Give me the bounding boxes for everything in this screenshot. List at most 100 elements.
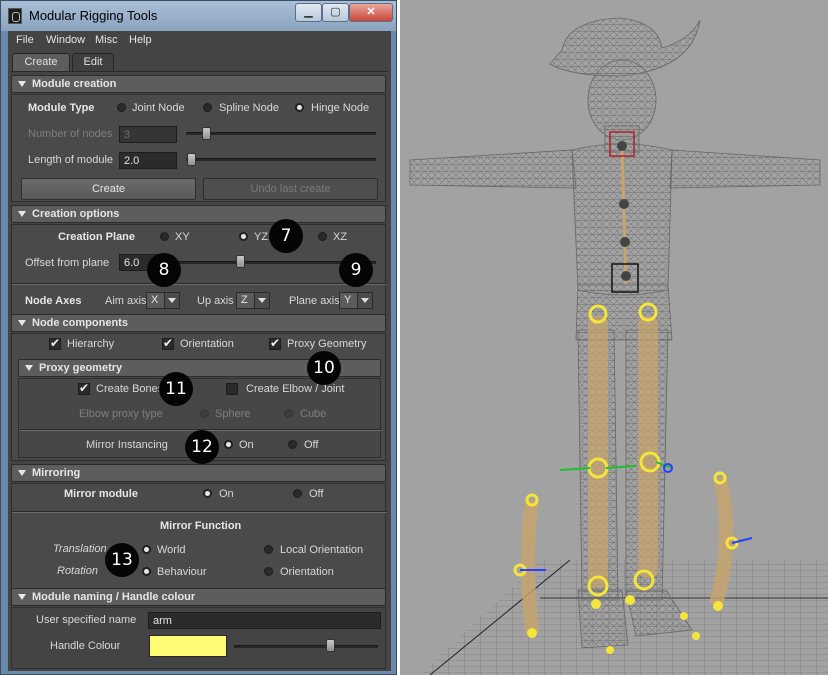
up-axis-label: Up axis — [197, 295, 234, 307]
minimize-button[interactable]: ▁ — [295, 3, 322, 22]
callout-9: 9 — [339, 253, 373, 287]
hierarchy-label: Hierarchy — [67, 338, 115, 350]
elbow-sphere-label: Sphere — [215, 408, 251, 420]
create-button[interactable]: Create — [21, 178, 196, 200]
chevron-down-icon[interactable] — [254, 293, 269, 308]
3d-viewport[interactable] — [400, 0, 828, 675]
menu-misc[interactable]: Misc — [95, 34, 118, 46]
section-title: Module creation — [32, 78, 117, 90]
spline-node-label: Spline Node — [219, 102, 279, 114]
number-of-nodes-label: Number of nodes — [28, 128, 113, 140]
number-of-nodes-slider-knob[interactable] — [202, 127, 211, 140]
collapse-arrow-icon — [18, 320, 26, 326]
handle-colour-label: Handle Colour — [50, 640, 121, 652]
proxy-geometry-checkbox[interactable] — [269, 336, 281, 350]
hierarchy-checkbox[interactable] — [49, 336, 61, 350]
mirror-instancing-label: Mirror Instancing — [86, 439, 168, 451]
callout-10: 10 — [307, 351, 341, 385]
mirror-instancing-on-radio[interactable] — [224, 440, 233, 449]
joint-node-label: Joint Node — [132, 102, 185, 114]
handle-colour-swatch[interactable] — [149, 635, 227, 657]
menu-help[interactable]: Help — [129, 34, 152, 46]
plane-yz-radio[interactable] — [239, 232, 248, 241]
mirror-module-off-radio[interactable] — [293, 489, 302, 498]
callout-12: 12 — [185, 430, 219, 464]
node-components-header[interactable]: Node components — [11, 314, 386, 332]
module-type-label: Module Type — [28, 102, 95, 114]
elbow-cube-label: Cube — [300, 408, 327, 420]
aim-axis-combo[interactable]: X — [146, 292, 180, 309]
window-title: Modular Rigging Tools — [29, 8, 158, 23]
mirror-instancing-off-label: Off — [304, 439, 319, 451]
mirror-module-label: Mirror module — [64, 488, 138, 500]
window-client: File Window Misc Help Create Edit Module… — [8, 31, 391, 671]
rotation-orientation-radio[interactable] — [264, 567, 273, 576]
joint-node-radio[interactable] — [117, 103, 126, 112]
creation-options-header[interactable]: Creation options — [11, 205, 386, 223]
maximize-button[interactable]: ▢ — [322, 3, 349, 22]
divider — [12, 283, 387, 285]
module-naming-header[interactable]: Module naming / Handle colour — [11, 588, 386, 606]
orientation-checkbox[interactable] — [162, 336, 174, 350]
spline-node-radio[interactable] — [203, 103, 212, 112]
tab-edit[interactable]: Edit — [72, 53, 114, 71]
hinge-node-radio[interactable] — [295, 103, 304, 112]
module-creation-header[interactable]: Module creation — [11, 75, 386, 93]
plane-axis-value: Y — [344, 294, 352, 306]
mirror-module-on-radio[interactable] — [203, 489, 212, 498]
number-of-nodes-field[interactable]: 3 — [119, 126, 177, 143]
module-creation-body: Module Type Joint Node Spline Node Hinge… — [11, 94, 386, 202]
hinge-node-label: Hinge Node — [311, 102, 370, 114]
collapse-arrow-icon — [18, 211, 26, 217]
mirror-instancing-off-radio[interactable] — [288, 440, 297, 449]
tab-create[interactable]: Create — [12, 53, 70, 71]
handle-colour-slider[interactable] — [234, 645, 378, 648]
rigging-tools-window: Modular Rigging Tools ▁ ▢ ✕ File Window … — [0, 0, 397, 675]
plane-yz-label: YZ — [254, 231, 269, 243]
length-of-module-label: Length of module — [28, 154, 114, 166]
callout-11: 11 — [159, 372, 193, 406]
module-naming-body: User specified name arm Handle Colour — [11, 607, 386, 669]
offset-from-plane-slider-knob[interactable] — [236, 255, 245, 268]
chevron-down-icon[interactable] — [164, 293, 179, 308]
collapse-arrow-icon — [18, 470, 26, 476]
menu-bar: File Window Misc Help — [8, 31, 391, 51]
length-of-module-slider-knob[interactable] — [187, 153, 196, 166]
plane-xz-radio[interactable] — [318, 232, 327, 241]
create-elbow-checkbox[interactable] — [226, 383, 238, 395]
menu-file[interactable]: File — [16, 34, 34, 46]
divider — [12, 511, 387, 513]
plane-axis-combo[interactable]: Y — [339, 292, 373, 309]
close-button[interactable]: ✕ — [349, 3, 393, 22]
user-specified-name-field[interactable]: arm — [148, 612, 381, 629]
translation-local-label: Local Orientation — [280, 544, 364, 556]
character-wireframe — [409, 17, 821, 649]
length-of-module-slider[interactable] — [186, 158, 376, 161]
orientation-label: Orientation — [180, 338, 234, 350]
create-bones-checkbox[interactable] — [78, 381, 90, 395]
collapse-arrow-icon — [18, 594, 26, 600]
undo-last-create-button[interactable]: Undo last create — [203, 178, 378, 200]
mirroring-header[interactable]: Mirroring — [11, 464, 386, 482]
elbow-cube-radio[interactable] — [284, 409, 293, 418]
section-title: Module naming / Handle colour — [32, 591, 196, 603]
title-bar[interactable]: Modular Rigging Tools ▁ ▢ ✕ — [1, 1, 396, 31]
mirror-module-on-label: On — [219, 488, 234, 500]
chevron-down-icon[interactable] — [357, 293, 372, 308]
menu-window[interactable]: Window — [46, 34, 85, 46]
handle-colour-slider-knob[interactable] — [326, 639, 335, 652]
up-axis-value: Z — [241, 294, 248, 306]
up-axis-combo[interactable]: Z — [236, 292, 270, 309]
app-icon — [8, 8, 22, 24]
length-of-module-field[interactable]: 2.0 — [119, 152, 177, 169]
number-of-nodes-slider[interactable] — [186, 132, 376, 135]
aim-axis-label: Aim axis — [105, 295, 147, 307]
rotation-behaviour-radio[interactable] — [142, 567, 151, 576]
elbow-sphere-radio[interactable] — [200, 409, 209, 418]
translation-local-radio[interactable] — [264, 545, 273, 554]
section-title: Node components — [32, 317, 128, 329]
rotation-label: Rotation — [57, 565, 98, 577]
plane-xy-radio[interactable] — [160, 232, 169, 241]
mirror-function-label: Mirror Function — [160, 520, 242, 532]
translation-world-radio[interactable] — [142, 545, 151, 554]
